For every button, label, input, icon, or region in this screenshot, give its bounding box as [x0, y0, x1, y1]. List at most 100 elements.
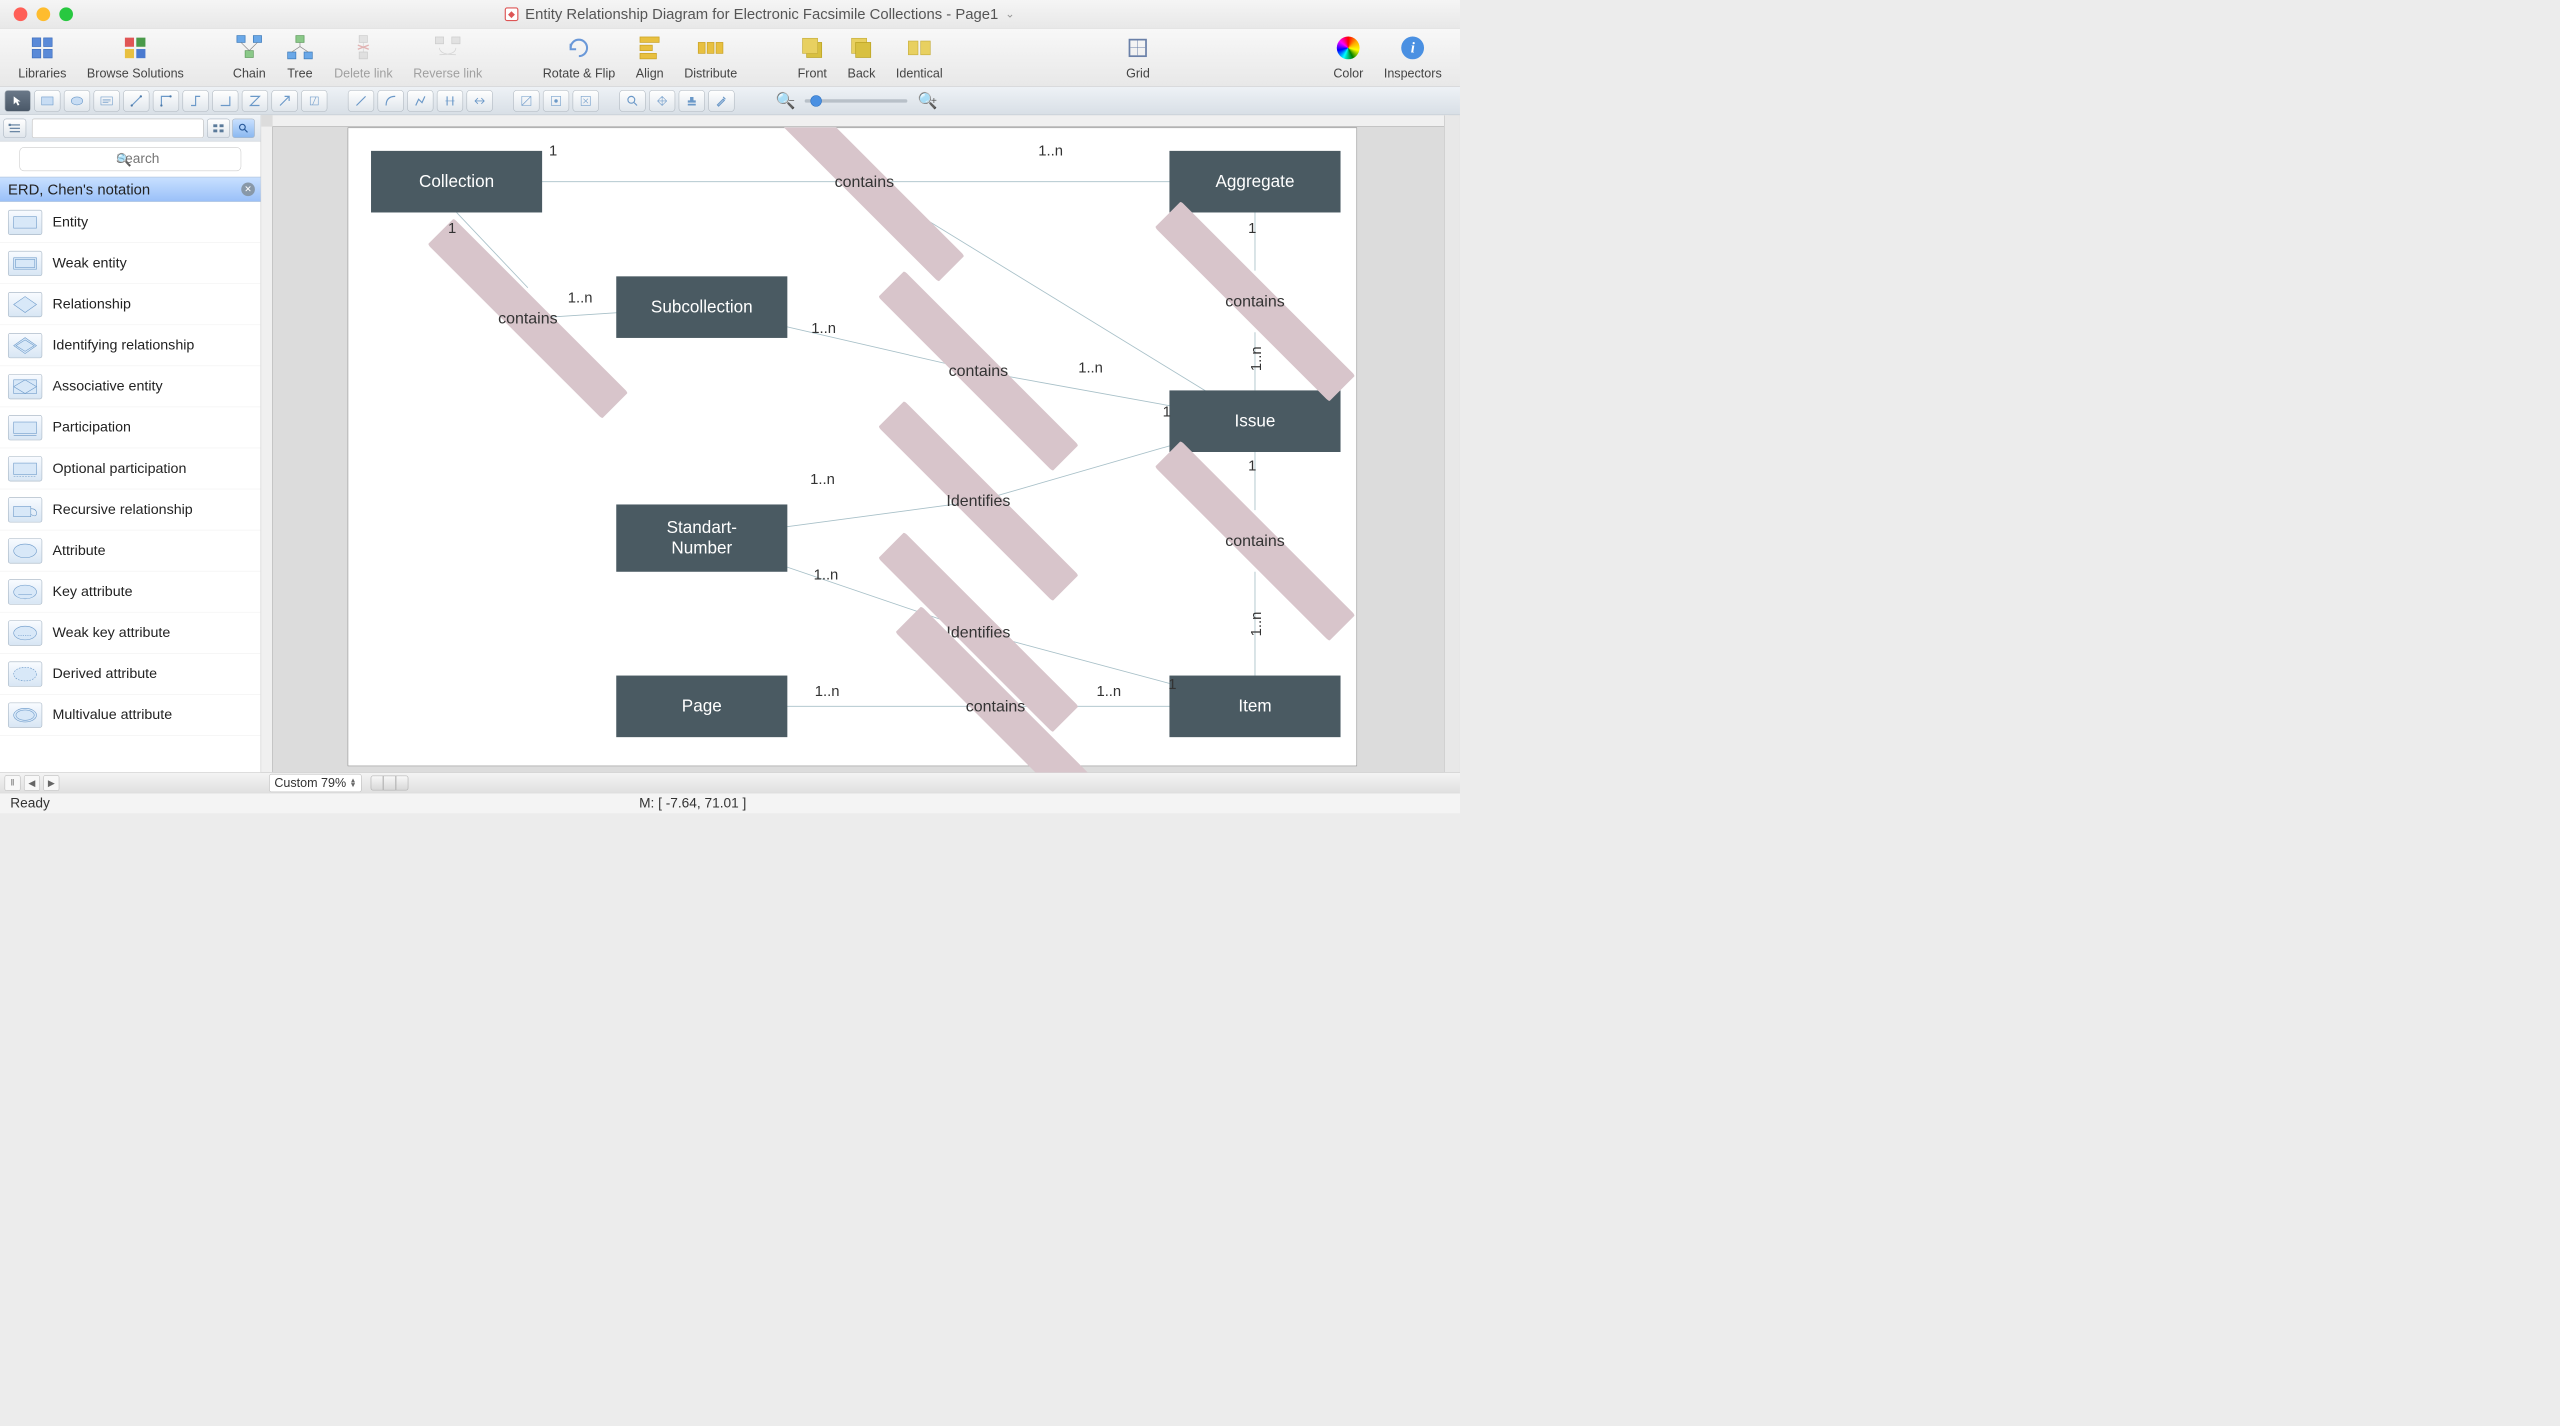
- sidebar-item-label: Weak key attribute: [52, 624, 170, 641]
- zoom-window-button[interactable]: [59, 7, 73, 21]
- sidebar-search-mode-button[interactable]: [232, 118, 255, 137]
- edit-tool-2[interactable]: [543, 90, 569, 112]
- sidebar-grid-view-button[interactable]: [207, 118, 230, 137]
- zoom-slider[interactable]: [805, 99, 908, 102]
- line-tool-6[interactable]: [271, 90, 297, 112]
- tree-button[interactable]: Tree: [276, 34, 324, 81]
- status-bar: Ready M: [ -7.64, 71.01 ]: [0, 793, 1460, 814]
- sidebar-library-header[interactable]: ERD, Chen's notation ✕: [0, 177, 261, 202]
- cardinality-label: 1: [1169, 676, 1177, 694]
- sidebar-item[interactable]: Weak entity: [0, 243, 261, 284]
- connector-tool-2[interactable]: [378, 90, 404, 112]
- status-mouse-coords: M: [ -7.64, 71.01 ]: [50, 795, 1336, 811]
- sidebar-item[interactable]: Entity: [0, 202, 261, 243]
- minimize-window-button[interactable]: [36, 7, 50, 21]
- relationship-r_col_agg[interactable]: contains: [788, 151, 942, 213]
- grid-button[interactable]: Grid: [1114, 34, 1162, 81]
- canvas-viewport[interactable]: Collection Aggregate Subcollection Issue Sta…: [274, 128, 1460, 772]
- entity-issue[interactable]: Issue: [1170, 391, 1341, 453]
- sidebar-item-label: Participation: [52, 419, 130, 436]
- zoom-slider-thumb[interactable]: [811, 95, 822, 106]
- view-mode-1[interactable]: [371, 775, 384, 790]
- cardinality-label: 1: [448, 220, 456, 238]
- entity-page[interactable]: Page: [616, 676, 787, 738]
- rectangle-tool[interactable]: [34, 90, 60, 112]
- entity-standart_number[interactable]: Standart-Number: [616, 505, 787, 572]
- sidebar-tree-button[interactable]: [3, 118, 26, 137]
- eyedropper-tool[interactable]: [708, 90, 734, 112]
- zoom-level-field[interactable]: Custom 79% ▲▼: [269, 774, 361, 792]
- sidebar-filter-strip[interactable]: [32, 118, 204, 137]
- ellipse-tool[interactable]: [64, 90, 90, 112]
- align-button[interactable]: Align: [625, 34, 673, 81]
- sidebar-item[interactable]: Multivalue attribute: [0, 695, 261, 736]
- line-tool-7[interactable]: [301, 90, 327, 112]
- sidebar: 🔍 ERD, Chen's notation ✕ EntityWeak enti…: [0, 115, 261, 772]
- color-button[interactable]: Color: [1323, 34, 1374, 81]
- zoom-tool[interactable]: [619, 90, 645, 112]
- sidebar-item-label: Attribute: [52, 542, 105, 559]
- relationship-r_std_issue[interactable]: Identifies: [902, 470, 1056, 532]
- pointer-tool[interactable]: [5, 90, 31, 112]
- text-tool[interactable]: [94, 90, 120, 112]
- view-mode-3[interactable]: [396, 775, 409, 790]
- sidebar-item[interactable]: Participation: [0, 407, 261, 448]
- browse-solutions-button[interactable]: Browse Solutions: [77, 34, 194, 81]
- pan-tool[interactable]: [649, 90, 675, 112]
- delete-link-icon: [350, 34, 377, 61]
- connector-tool-3[interactable]: [407, 90, 433, 112]
- inspectors-button[interactable]: iInspectors: [1374, 34, 1452, 81]
- relationship-r_issue_item[interactable]: contains: [1178, 510, 1332, 572]
- sidebar-item[interactable]: Recursive relationship: [0, 489, 261, 530]
- relationship-r_sub_issue[interactable]: contains: [902, 340, 1056, 402]
- page-pause-button[interactable]: ‖: [5, 775, 21, 791]
- sidebar-item[interactable]: Optional participation: [0, 448, 261, 489]
- stamp-tool[interactable]: [679, 90, 705, 112]
- edit-tool-3[interactable]: [573, 90, 599, 112]
- connector-tool-1[interactable]: [348, 90, 374, 112]
- entity-aggregate[interactable]: Aggregate: [1170, 151, 1341, 213]
- line-tool-1[interactable]: [123, 90, 149, 112]
- page-next-button[interactable]: ▶: [43, 775, 59, 791]
- sidebar-item[interactable]: Key attribute: [0, 571, 261, 612]
- close-library-button[interactable]: ✕: [241, 182, 255, 196]
- sidebar-item[interactable]: Associative entity: [0, 366, 261, 407]
- title-dropdown-chevron-icon[interactable]: ⌄: [1005, 7, 1015, 21]
- relationship-r_page_item[interactable]: contains: [919, 676, 1073, 738]
- sidebar-search: 🔍: [0, 141, 261, 176]
- line-tool-2[interactable]: [153, 90, 179, 112]
- sidebar-item[interactable]: Attribute: [0, 530, 261, 571]
- line-tool-5[interactable]: [242, 90, 268, 112]
- shape-icon: [8, 579, 42, 604]
- sidebar-item[interactable]: Relationship: [0, 284, 261, 325]
- entity-subcollection[interactable]: Subcollection: [616, 277, 787, 339]
- canvas-area: Collection Aggregate Subcollection Issue Sta…: [261, 115, 1460, 772]
- rotate-flip-button[interactable]: Rotate & Flip: [532, 34, 625, 81]
- bottom-bar: ‖ ◀ ▶ Custom 79% ▲▼: [0, 772, 1460, 793]
- cardinality-label: 1..n: [568, 289, 593, 307]
- entity-collection[interactable]: Collection: [371, 151, 542, 213]
- front-button[interactable]: Front: [787, 34, 837, 81]
- identical-button[interactable]: Identical: [886, 34, 953, 81]
- sidebar-item-label: Key attribute: [52, 583, 132, 600]
- sidebar-item[interactable]: Derived attribute: [0, 654, 261, 695]
- relationship-r_agg_issue[interactable]: contains: [1178, 271, 1332, 333]
- zoom-stepper[interactable]: ▲▼: [350, 779, 357, 787]
- back-button[interactable]: Back: [837, 34, 885, 81]
- connector-tool-4[interactable]: [437, 90, 463, 112]
- sidebar-item[interactable]: Identifying relationship: [0, 325, 261, 366]
- edit-tool-1[interactable]: [513, 90, 539, 112]
- distribute-button[interactable]: Distribute: [674, 34, 748, 81]
- window-title: ◆ Entity Relationship Diagram for Electr…: [73, 5, 1446, 23]
- libraries-button[interactable]: Libraries: [8, 34, 77, 81]
- line-tool-3[interactable]: [182, 90, 208, 112]
- entity-item[interactable]: Item: [1170, 676, 1341, 738]
- diagram-page[interactable]: Collection Aggregate Subcollection Issue Sta…: [348, 128, 1357, 767]
- connector-tool-5[interactable]: [467, 90, 493, 112]
- line-tool-4[interactable]: [212, 90, 238, 112]
- view-mode-2[interactable]: [383, 775, 396, 790]
- sidebar-item[interactable]: Weak key attribute: [0, 613, 261, 654]
- close-window-button[interactable]: [14, 7, 28, 21]
- chain-button[interactable]: Chain: [223, 34, 276, 81]
- page-prev-button[interactable]: ◀: [24, 775, 40, 791]
